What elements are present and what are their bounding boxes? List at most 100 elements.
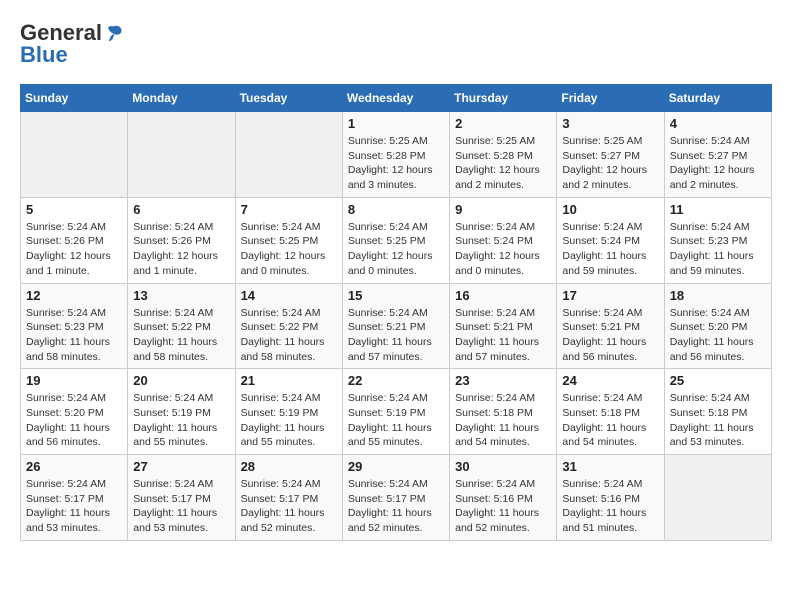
day-info: Sunrise: 5:25 AM Sunset: 5:28 PM Dayligh… — [348, 134, 444, 193]
day-info: Sunrise: 5:24 AM Sunset: 5:20 PM Dayligh… — [670, 306, 766, 365]
calendar-cell — [664, 455, 771, 541]
day-info: Sunrise: 5:24 AM Sunset: 5:24 PM Dayligh… — [455, 220, 551, 279]
day-number: 9 — [455, 202, 551, 217]
logo: General Blue — [20, 20, 124, 68]
day-number: 25 — [670, 373, 766, 388]
day-number: 17 — [562, 288, 658, 303]
calendar-cell: 2Sunrise: 5:25 AM Sunset: 5:28 PM Daylig… — [450, 112, 557, 198]
calendar-cell: 6 Sunrise: 5:24 AM Sunset: 5:26 PM Daylig… — [128, 197, 235, 283]
calendar-cell: 21Sunrise: 5:24 AM Sunset: 5:19 PM Dayli… — [235, 369, 342, 455]
calendar-week-row: 19Sunrise: 5:24 AM Sunset: 5:20 PM Dayli… — [21, 369, 772, 455]
calendar-cell — [21, 112, 128, 198]
calendar-cell: 4 Sunrise: 5:24 AM Sunset: 5:27 PM Daylig… — [664, 112, 771, 198]
day-number: 11 — [670, 202, 766, 217]
day-info: Sunrise: 5:25 AM Sunset: 5:27 PM Dayligh… — [562, 134, 658, 193]
calendar-cell: 31Sunrise: 5:24 AM Sunset: 5:16 PM Dayli… — [557, 455, 664, 541]
calendar-cell: 20Sunrise: 5:24 AM Sunset: 5:19 PM Dayli… — [128, 369, 235, 455]
day-number: 27 — [133, 459, 229, 474]
day-info: Sunrise: 5:24 AM Sunset: 5:26 PM Dayligh… — [26, 220, 122, 279]
day-info: Sunrise: 5:24 AM Sunset: 5:17 PM Dayligh… — [241, 477, 337, 536]
calendar-cell: 5 Sunrise: 5:24 AM Sunset: 5:26 PM Daylig… — [21, 197, 128, 283]
day-number: 24 — [562, 373, 658, 388]
calendar-cell: 18Sunrise: 5:24 AM Sunset: 5:20 PM Dayli… — [664, 283, 771, 369]
day-info: Sunrise: 5:24 AM Sunset: 5:21 PM Dayligh… — [348, 306, 444, 365]
day-number: 12 — [26, 288, 122, 303]
calendar-cell: 23 Sunrise: 5:24 AM Sunset: 5:18 PM Dayli… — [450, 369, 557, 455]
calendar-cell: 12 Sunrise: 5:24 AM Sunset: 5:23 PM Dayli… — [21, 283, 128, 369]
day-info: Sunrise: 5:24 AM Sunset: 5:21 PM Dayligh… — [455, 306, 551, 365]
logo-blue-text: Blue — [20, 42, 68, 68]
calendar-cell: 28 Sunrise: 5:24 AM Sunset: 5:17 PM Dayli… — [235, 455, 342, 541]
calendar-cell: 22 Sunrise: 5:24 AM Sunset: 5:19 PM Dayli… — [342, 369, 449, 455]
day-number: 22 — [348, 373, 444, 388]
day-info: Sunrise: 5:24 AM Sunset: 5:16 PM Dayligh… — [455, 477, 551, 536]
calendar-week-row: 26Sunrise: 5:24 AM Sunset: 5:17 PM Dayli… — [21, 455, 772, 541]
day-number: 14 — [241, 288, 337, 303]
day-info: Sunrise: 5:24 AM Sunset: 5:17 PM Dayligh… — [348, 477, 444, 536]
day-info: Sunrise: 5:24 AM Sunset: 5:22 PM Dayligh… — [241, 306, 337, 365]
day-number: 1 — [348, 116, 444, 131]
day-info: Sunrise: 5:24 AM Sunset: 5:18 PM Dayligh… — [670, 391, 766, 450]
day-number: 4 — [670, 116, 766, 131]
day-info: Sunrise: 5:24 AM Sunset: 5:21 PM Dayligh… — [562, 306, 658, 365]
day-info: Sunrise: 5:24 AM Sunset: 5:19 PM Dayligh… — [348, 391, 444, 450]
calendar-cell: 8 Sunrise: 5:24 AM Sunset: 5:25 PM Daylig… — [342, 197, 449, 283]
calendar-cell: 24 Sunrise: 5:24 AM Sunset: 5:18 PM Dayli… — [557, 369, 664, 455]
day-info: Sunrise: 5:24 AM Sunset: 5:19 PM Dayligh… — [241, 391, 337, 450]
day-info: Sunrise: 5:24 AM Sunset: 5:16 PM Dayligh… — [562, 477, 658, 536]
calendar-cell: 11 Sunrise: 5:24 AM Sunset: 5:23 PM Dayli… — [664, 197, 771, 283]
day-number: 15 — [348, 288, 444, 303]
day-info: Sunrise: 5:24 AM Sunset: 5:17 PM Dayligh… — [133, 477, 229, 536]
day-number: 5 — [26, 202, 122, 217]
calendar-cell: 1 Sunrise: 5:25 AM Sunset: 5:28 PM Daylig… — [342, 112, 449, 198]
day-info: Sunrise: 5:24 AM Sunset: 5:23 PM Dayligh… — [26, 306, 122, 365]
day-number: 10 — [562, 202, 658, 217]
day-info: Sunrise: 5:24 AM Sunset: 5:25 PM Dayligh… — [348, 220, 444, 279]
day-info: Sunrise: 5:24 AM Sunset: 5:24 PM Dayligh… — [562, 220, 658, 279]
calendar-cell: 29 Sunrise: 5:24 AM Sunset: 5:17 PM Dayli… — [342, 455, 449, 541]
calendar-cell: 7Sunrise: 5:24 AM Sunset: 5:25 PM Daylig… — [235, 197, 342, 283]
calendar-cell: 3 Sunrise: 5:25 AM Sunset: 5:27 PM Daylig… — [557, 112, 664, 198]
calendar-cell: 30 Sunrise: 5:24 AM Sunset: 5:16 PM Dayli… — [450, 455, 557, 541]
calendar-cell: 19Sunrise: 5:24 AM Sunset: 5:20 PM Dayli… — [21, 369, 128, 455]
day-info: Sunrise: 5:24 AM Sunset: 5:18 PM Dayligh… — [562, 391, 658, 450]
day-info: Sunrise: 5:24 AM Sunset: 5:20 PM Dayligh… — [26, 391, 122, 450]
day-info: Sunrise: 5:24 AM Sunset: 5:26 PM Dayligh… — [133, 220, 229, 279]
day-number: 13 — [133, 288, 229, 303]
day-info: Sunrise: 5:24 AM Sunset: 5:19 PM Dayligh… — [133, 391, 229, 450]
day-number: 6 — [133, 202, 229, 217]
column-header-tuesday: Tuesday — [235, 85, 342, 112]
column-header-monday: Monday — [128, 85, 235, 112]
calendar-cell: 25 Sunrise: 5:24 AM Sunset: 5:18 PM Dayli… — [664, 369, 771, 455]
calendar-cell — [235, 112, 342, 198]
day-info: Sunrise: 5:24 AM Sunset: 5:22 PM Dayligh… — [133, 306, 229, 365]
calendar-cell: 16Sunrise: 5:24 AM Sunset: 5:21 PM Dayli… — [450, 283, 557, 369]
logo-bird-icon — [104, 23, 124, 43]
calendar-table: SundayMondayTuesdayWednesdayThursdayFrid… — [20, 84, 772, 541]
calendar-cell: 13 Sunrise: 5:24 AM Sunset: 5:22 PM Dayli… — [128, 283, 235, 369]
calendar-cell: 27 Sunrise: 5:24 AM Sunset: 5:17 PM Dayli… — [128, 455, 235, 541]
day-number: 29 — [348, 459, 444, 474]
calendar-week-row: 5 Sunrise: 5:24 AM Sunset: 5:26 PM Daylig… — [21, 197, 772, 283]
column-header-saturday: Saturday — [664, 85, 771, 112]
page-header: General Blue — [20, 20, 772, 68]
day-number: 7 — [241, 202, 337, 217]
day-info: Sunrise: 5:24 AM Sunset: 5:18 PM Dayligh… — [455, 391, 551, 450]
day-number: 30 — [455, 459, 551, 474]
day-number: 23 — [455, 373, 551, 388]
calendar-cell: 15 Sunrise: 5:24 AM Sunset: 5:21 PM Dayli… — [342, 283, 449, 369]
column-header-thursday: Thursday — [450, 85, 557, 112]
day-number: 3 — [562, 116, 658, 131]
calendar-cell: 17 Sunrise: 5:24 AM Sunset: 5:21 PM Dayli… — [557, 283, 664, 369]
calendar-cell: 9 Sunrise: 5:24 AM Sunset: 5:24 PM Daylig… — [450, 197, 557, 283]
calendar-cell: 26Sunrise: 5:24 AM Sunset: 5:17 PM Dayli… — [21, 455, 128, 541]
day-info: Sunrise: 5:24 AM Sunset: 5:23 PM Dayligh… — [670, 220, 766, 279]
day-number: 28 — [241, 459, 337, 474]
calendar-header-row: SundayMondayTuesdayWednesdayThursdayFrid… — [21, 85, 772, 112]
calendar-cell: 10 Sunrise: 5:24 AM Sunset: 5:24 PM Dayli… — [557, 197, 664, 283]
day-number: 8 — [348, 202, 444, 217]
day-info: Sunrise: 5:24 AM Sunset: 5:27 PM Dayligh… — [670, 134, 766, 193]
calendar-cell: 14 Sunrise: 5:24 AM Sunset: 5:22 PM Dayli… — [235, 283, 342, 369]
column-header-friday: Friday — [557, 85, 664, 112]
day-info: Sunrise: 5:24 AM Sunset: 5:17 PM Dayligh… — [26, 477, 122, 536]
